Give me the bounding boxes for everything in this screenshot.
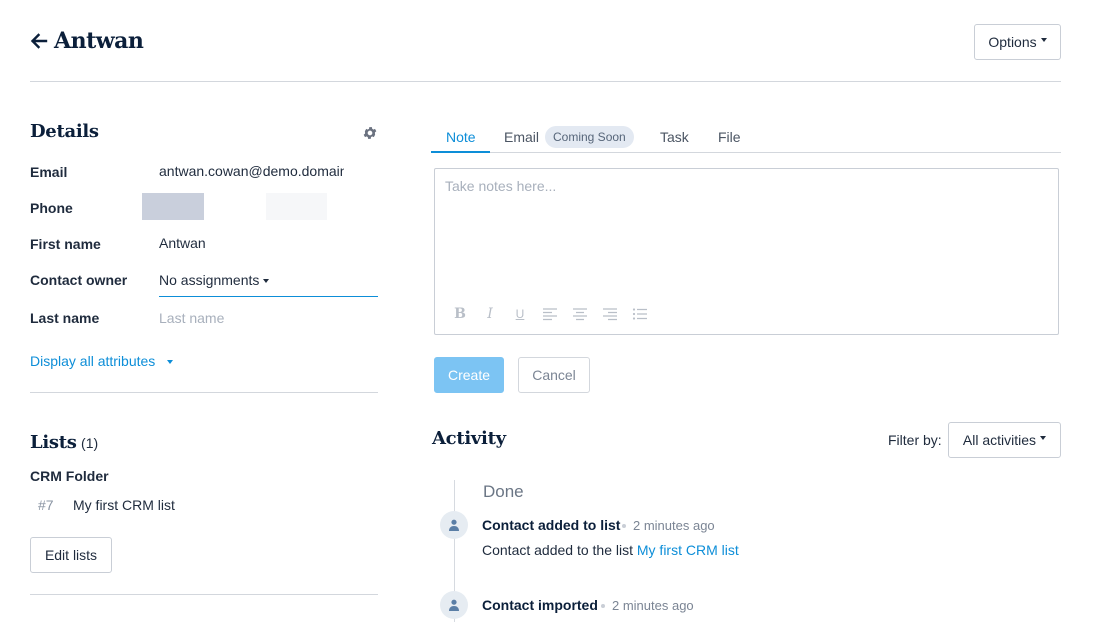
phone-country-select[interactable]	[142, 193, 204, 220]
phone-label: Phone	[30, 200, 73, 216]
options-button[interactable]: Options	[974, 24, 1061, 60]
tab-note-indicator	[431, 151, 490, 153]
bullet-list-icon[interactable]	[632, 306, 648, 322]
list-name[interactable]: My first CRM list	[73, 497, 175, 513]
create-button[interactable]: Create	[434, 357, 504, 393]
chevron-down-icon	[167, 360, 174, 364]
last-name-input[interactable]: Last name	[159, 310, 224, 326]
contact-owner-value: No assignments	[159, 272, 260, 288]
first-name-value[interactable]: Antwan	[159, 235, 206, 251]
details-divider	[30, 392, 378, 393]
crm-folder-label: CRM Folder	[30, 468, 109, 484]
lists-count: (1)	[81, 435, 99, 451]
activity-title: Activity	[432, 428, 506, 449]
italic-icon[interactable]: I	[482, 306, 498, 322]
activity-description-text: Contact added to the list	[482, 542, 637, 558]
gear-icon[interactable]	[362, 125, 378, 141]
details-title: Details	[30, 121, 99, 142]
lists-title: Lists	[30, 432, 77, 453]
activity-time: 2 minutes ago	[633, 518, 715, 533]
list-id: #7	[38, 497, 54, 513]
chevron-down-icon	[1040, 38, 1047, 42]
chevron-down-icon	[1040, 436, 1047, 440]
activity-time: 2 minutes ago	[612, 598, 694, 613]
note-placeholder: Take notes here...	[445, 178, 557, 194]
activity-avatar	[440, 591, 468, 619]
user-icon	[449, 599, 459, 611]
phone-number-field[interactable]	[266, 193, 327, 220]
activity-avatar	[440, 511, 468, 539]
activity-list-link[interactable]: My first CRM list	[637, 542, 739, 558]
tabs-divider	[490, 152, 1061, 153]
lists-header: Lists (1)	[30, 432, 98, 453]
tab-task[interactable]: Task	[660, 129, 689, 145]
contact-owner-label: Contact owner	[30, 272, 128, 288]
contact-owner-underline	[159, 296, 378, 297]
edit-lists-button[interactable]: Edit lists	[30, 537, 112, 573]
last-name-label: Last name	[30, 310, 100, 326]
filter-value: All activities	[962, 432, 1037, 448]
display-all-attributes-link[interactable]: Display all attributes	[30, 353, 174, 369]
display-all-attributes-label: Display all attributes	[30, 353, 156, 369]
first-name-label: First name	[30, 236, 101, 252]
separator-dot	[601, 604, 605, 608]
coming-soon-badge: Coming Soon	[545, 126, 634, 148]
back-arrow-icon[interactable]	[30, 31, 48, 51]
filter-select[interactable]: All activities	[948, 422, 1061, 458]
activity-description: Contact added to the list My first CRM l…	[482, 542, 739, 558]
tab-email[interactable]: Email	[504, 129, 539, 145]
activity-title-text: Contact imported	[482, 597, 598, 613]
align-center-icon[interactable]	[572, 306, 588, 322]
lists-divider	[30, 594, 378, 595]
user-icon	[449, 519, 459, 531]
tab-file[interactable]: File	[718, 129, 741, 145]
activity-title-text: Contact added to list	[482, 517, 621, 533]
separator-dot	[622, 524, 626, 528]
page-title: Antwan	[54, 28, 144, 54]
header-divider	[30, 81, 1061, 82]
cancel-button[interactable]: Cancel	[518, 357, 590, 393]
contact-owner-select[interactable]: No assignments	[159, 272, 270, 288]
tab-note[interactable]: Note	[446, 129, 476, 145]
filter-label: Filter by:	[888, 432, 942, 448]
underline-icon[interactable]: U	[512, 306, 528, 322]
email-value[interactable]: antwan.cowan@demo.domain	[159, 163, 344, 179]
bold-icon[interactable]: B	[452, 306, 468, 322]
chevron-down-icon	[263, 279, 270, 283]
email-label: Email	[30, 164, 68, 180]
align-right-icon[interactable]	[602, 306, 618, 322]
options-label: Options	[988, 34, 1037, 50]
align-left-icon[interactable]	[542, 306, 558, 322]
timeline-group-label: Done	[483, 482, 524, 501]
